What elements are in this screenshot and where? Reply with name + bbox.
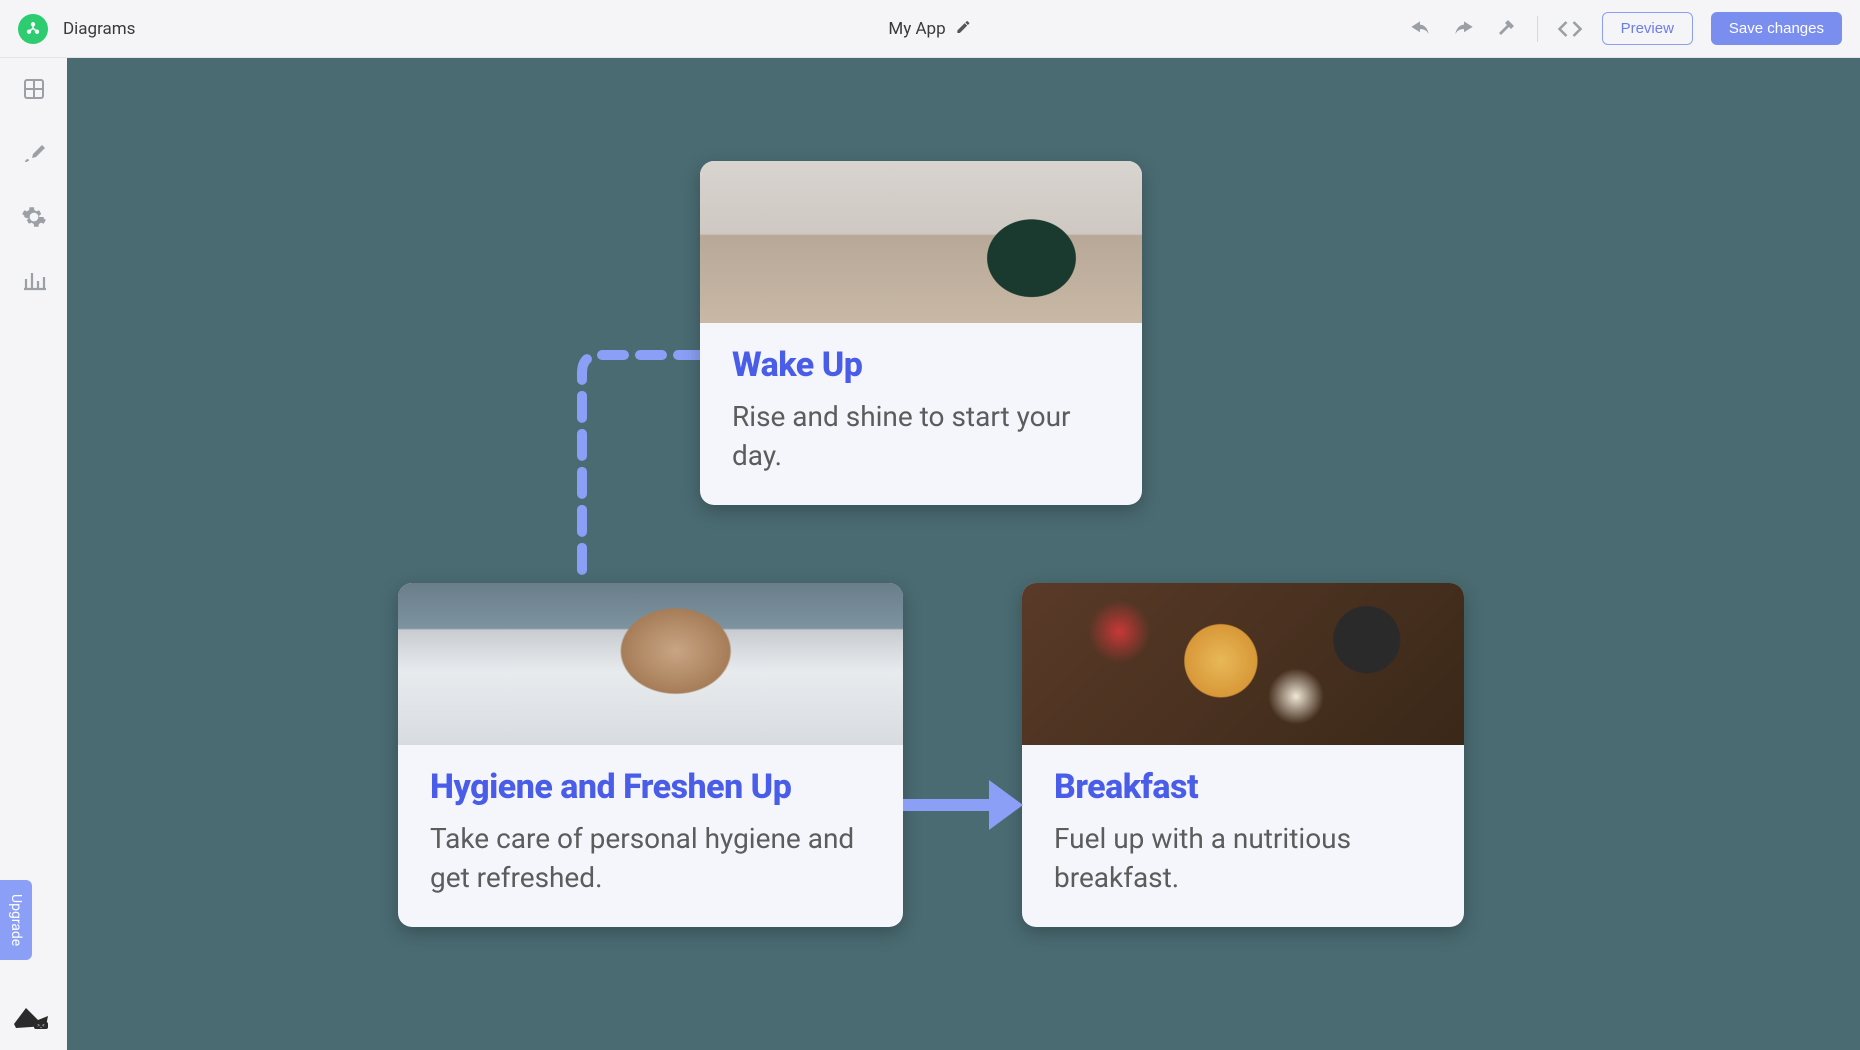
undo-icon[interactable] [1407,16,1433,42]
gear-icon[interactable] [21,204,47,230]
app-logo[interactable] [18,14,48,44]
edit-title-icon[interactable] [956,19,972,39]
diagram-card-wake-up[interactable]: Wake Up Rise and shine to start your day… [700,161,1142,505]
card-image [700,161,1142,323]
card-desc: Rise and shine to start your day. [732,397,1110,475]
connector-arrow [903,780,1023,830]
connector-dashed [570,339,700,583]
card-body: Breakfast Fuel up with a nutritious brea… [1022,745,1464,927]
upgrade-button[interactable]: Upgrade [0,880,32,960]
hammer-icon[interactable] [1495,17,1519,41]
diagram-card-hygiene[interactable]: Hygiene and Freshen Up Take care of pers… [398,583,903,927]
redo-icon[interactable] [1451,16,1477,42]
toolbar-separator [1537,16,1538,42]
card-title: Breakfast [1054,767,1432,807]
sidebar: Upgrade >_< [0,58,67,1050]
grid-icon[interactable] [21,76,47,102]
code-icon[interactable] [1556,15,1584,43]
section-label: Diagrams [63,19,135,39]
main: Upgrade >_< Wake Up Rise and shine to st… [0,58,1860,1050]
preview-button[interactable]: Preview [1602,12,1693,45]
svg-text:>_<: >_< [37,1023,45,1029]
app-title-wrap: My App [888,19,971,39]
diagram-card-breakfast[interactable]: Breakfast Fuel up with a nutritious brea… [1022,583,1464,927]
card-image [398,583,903,745]
card-title: Wake Up [732,345,1110,385]
card-desc: Take care of personal hygiene and get re… [430,819,871,897]
card-desc: Fuel up with a nutritious breakfast. [1054,819,1432,897]
topbar: Diagrams My App Preview Save changes [0,0,1860,58]
topbar-actions: Preview Save changes [1407,12,1842,45]
diagram-canvas[interactable]: Wake Up Rise and shine to start your day… [67,58,1860,1050]
brush-icon[interactable] [21,140,47,166]
card-title: Hygiene and Freshen Up [430,767,871,807]
chart-icon[interactable] [21,268,47,294]
card-image [1022,583,1464,745]
app-title: My App [888,19,945,39]
card-body: Hygiene and Freshen Up Take care of pers… [398,745,903,927]
mascot-icon[interactable]: >_< [8,1002,52,1032]
save-button[interactable]: Save changes [1711,12,1842,45]
card-body: Wake Up Rise and shine to start your day… [700,323,1142,505]
